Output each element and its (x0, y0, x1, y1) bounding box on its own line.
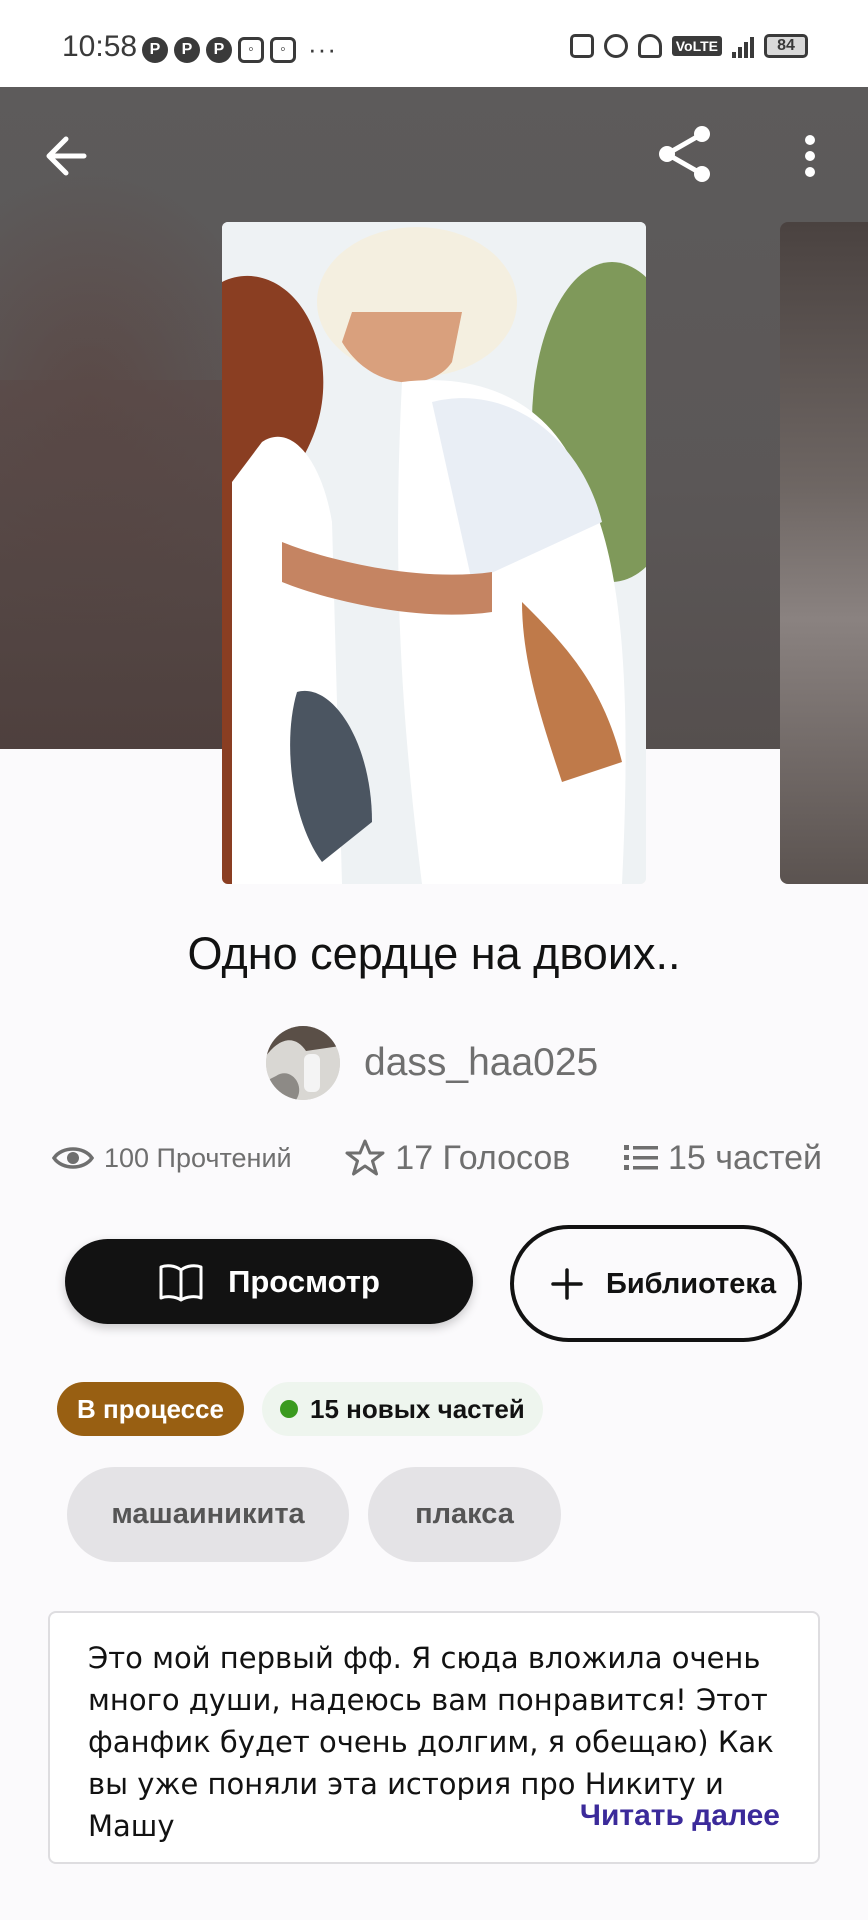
story-title: Одно сердце на двоих.. (187, 928, 681, 979)
more-notifications-icon: ··· (308, 34, 337, 64)
new-parts-badge: 15 новых частей (262, 1382, 543, 1436)
share-button[interactable] (653, 122, 717, 186)
alarm-icon (603, 34, 628, 58)
read-button[interactable]: Просмотр (65, 1239, 473, 1324)
arrow-left-icon (46, 136, 87, 176)
story-stats: 100 Прочтений 17 Голосов 15 частей (52, 1138, 822, 1178)
pinterest-icon: P (142, 36, 168, 63)
read-button-label: Просмотр (228, 1263, 380, 1299)
nfc-icon (569, 34, 594, 58)
pinterest-icon: P (206, 36, 232, 63)
author-link[interactable]: dass_haa025 (266, 1026, 598, 1100)
instagram-icon: ◦ (270, 36, 296, 63)
tag-chip[interactable]: плакса (368, 1467, 561, 1562)
list-icon (624, 1145, 659, 1170)
avatar (266, 1026, 340, 1100)
parts-stat: 15 частей (624, 1139, 822, 1178)
cover-backdrop-shade (0, 380, 222, 749)
new-indicator-dot (280, 1400, 298, 1418)
more-options-button[interactable] (790, 128, 830, 184)
notification-icons: P P P ◦ ◦ ··· (142, 34, 337, 65)
author-name: dass_haa025 (364, 1041, 599, 1084)
reads-count: 100 Прочтений (104, 1142, 292, 1173)
share-icon (659, 126, 710, 182)
reads-stat: 100 Прочтений (52, 1143, 292, 1174)
new-parts-label: 15 новых частей (310, 1393, 525, 1424)
parts-count: 15 частей (668, 1138, 822, 1177)
pinterest-icon: P (174, 36, 200, 63)
signal-icon (732, 34, 754, 58)
library-button-label: Библиотека (606, 1267, 777, 1300)
more-vertical-icon (805, 135, 815, 177)
votes-stat: 17 Голосов (345, 1138, 570, 1178)
votes-count: 17 Голосов (395, 1138, 571, 1177)
status-badge: В процессе (57, 1382, 244, 1436)
open-book-icon (159, 1263, 203, 1301)
battery-icon: 84 (764, 34, 808, 58)
status-time: 10:58 (62, 30, 138, 63)
instagram-icon: ◦ (238, 36, 264, 63)
plus-icon (551, 1267, 583, 1300)
story-cover-image[interactable] (222, 222, 646, 884)
author-avatar-image (266, 1026, 340, 1100)
story-description-card: Это мой первый фф. Я сюда вложила очень … (48, 1611, 820, 1864)
star-icon (345, 1139, 385, 1176)
read-more-link[interactable]: Читать далее (580, 1799, 780, 1833)
eye-icon (52, 1147, 94, 1169)
back-button[interactable] (40, 128, 96, 184)
add-to-library-button[interactable]: Библиотека (510, 1225, 802, 1342)
volte-icon: VoLTE (671, 36, 722, 56)
next-story-cover[interactable] (780, 222, 868, 884)
system-icons: VoLTE 84 (569, 34, 808, 58)
tag-chip[interactable]: машаиникита (67, 1467, 349, 1562)
cover-photo (222, 222, 646, 884)
mute-bell-icon (637, 34, 662, 58)
